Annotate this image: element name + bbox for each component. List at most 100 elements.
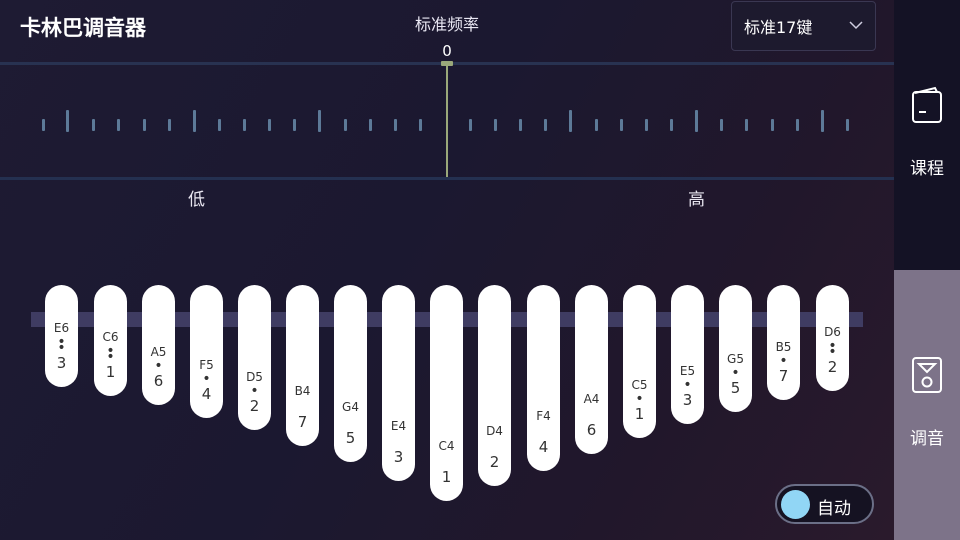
scale-tick [394, 119, 397, 131]
kalimba-tine-e6[interactable]: E6 • • 3 [45, 285, 78, 387]
kalimba-tine-g5[interactable]: G5 • 5 [719, 285, 752, 412]
scale-tick [318, 110, 321, 132]
tine-number-label: 5 [730, 379, 741, 397]
low-label: 低 [188, 190, 205, 210]
octave-dot: • [828, 344, 837, 360]
tine-note-label: F5 [199, 358, 214, 372]
high-label: 高 [688, 190, 705, 210]
tine-number-label: 3 [393, 448, 404, 466]
kalimba-tine-c5[interactable]: C5 • 1 [623, 285, 656, 438]
scale-tick [720, 119, 723, 131]
frequency-value: 0 [442, 42, 452, 60]
kalimba-tine-d5[interactable]: D5 • 2 [238, 285, 271, 430]
scale-tick [494, 119, 497, 131]
scale-tick [268, 119, 271, 131]
kalimba-tine-b5[interactable]: B5 • 7 [767, 285, 800, 400]
tine-number-label: 1 [441, 468, 452, 486]
octave-dot: • [635, 391, 644, 407]
kalimba-type-dropdown[interactable]: 标准17键 [731, 1, 876, 51]
scale-tick [243, 119, 246, 131]
scale-tick [745, 119, 748, 131]
auto-mode-toggle[interactable]: 自动 [775, 484, 874, 524]
sidebar-item-label: 调音 [910, 429, 944, 449]
tine-number-label: 5 [345, 429, 356, 447]
kalimba-tine-a4[interactable]: A4 6 [575, 285, 608, 454]
tine-note-label: A5 [150, 345, 167, 359]
scale-tick [419, 119, 422, 131]
scale-tick [846, 119, 849, 131]
kalimba-tine-b4[interactable]: B4 7 [286, 285, 319, 446]
tine-note-label: E5 [679, 364, 696, 378]
tine-number-label: 6 [153, 372, 164, 390]
scale-tick [42, 119, 45, 131]
scale-tick [193, 110, 196, 132]
scale-tick [218, 119, 221, 131]
scale-tick [469, 119, 472, 131]
chevron-down-icon [849, 21, 863, 30]
octave-dot: • [154, 358, 163, 374]
sidebar-item-tuner[interactable]: 调音 [894, 270, 960, 540]
scale-tick [519, 119, 522, 131]
tine-number-label: 2 [827, 358, 838, 376]
octave-dot: • [106, 349, 115, 365]
kalimba-tine-d4[interactable]: D4 2 [478, 285, 511, 486]
tine-number-label: 3 [682, 391, 693, 409]
tine-note-label: D5 [246, 370, 263, 384]
sidebar-item-label: 课程 [910, 159, 944, 179]
scale-tick [92, 119, 95, 131]
scale-tick [620, 119, 623, 131]
tine-note-label: A4 [583, 392, 600, 406]
tine-number-label: 1 [634, 405, 645, 423]
sidebar-item-course[interactable]: 课程 [894, 0, 960, 270]
kalimba-tine-e5[interactable]: E5 • 3 [671, 285, 704, 424]
tine-note-label: G5 [727, 352, 744, 366]
tine-note-label: D6 [824, 325, 841, 339]
tine-number-label: 4 [538, 438, 549, 456]
scale-tick [293, 119, 296, 131]
kalimba-tine-c6[interactable]: C6 • • 1 [94, 285, 127, 396]
octave-dot: • [57, 340, 66, 356]
tuner-scale-bottom-line [0, 177, 894, 180]
tine-number-label: 3 [56, 354, 67, 372]
app-title: 卡林巴调音器 [20, 16, 146, 40]
tine-number-label: 6 [586, 421, 597, 439]
kalimba-tine-f4[interactable]: F4 4 [527, 285, 560, 471]
octave-dot: • [731, 365, 740, 381]
scale-tick [595, 119, 598, 131]
scale-tick [569, 110, 572, 132]
tine-note-label: D4 [486, 424, 503, 438]
scale-tick [670, 119, 673, 131]
kalimba-tine-a5[interactable]: A5 • 6 [142, 285, 175, 405]
tine-note-label: C6 [102, 330, 119, 344]
kalimba-tine-f5[interactable]: F5 • 4 [190, 285, 223, 418]
tine-note-label: F4 [536, 409, 551, 423]
scale-tick [695, 110, 698, 132]
dropdown-selected-value: 标准17键 [744, 18, 813, 37]
scale-tick [544, 119, 547, 131]
kalimba-tine-d6[interactable]: D6 • • 2 [816, 285, 849, 391]
scale-tick [117, 119, 120, 131]
tine-number-label: 4 [201, 385, 212, 403]
tuner-main-area: 卡林巴调音器 标准频率 0 标准17键 低 高 E6 • • 3 C6 • • 1 A5 • 6 F5… [0, 0, 894, 540]
book-icon [912, 86, 942, 123]
tine-number-label: 7 [778, 367, 789, 385]
scale-tick [821, 110, 824, 132]
frequency-label: 标准频率 [414, 15, 480, 34]
tine-note-label: B5 [775, 340, 792, 354]
scale-tick [771, 119, 774, 131]
scale-tick [796, 119, 799, 131]
kalimba-tine-c4[interactable]: C4 1 [430, 285, 463, 501]
tine-note-label: B4 [294, 384, 311, 398]
scale-tick [645, 119, 648, 131]
kalimba-tine-g4[interactable]: G4 5 [334, 285, 367, 462]
scale-tick [369, 119, 372, 131]
scale-tick [168, 119, 171, 131]
octave-dot: • [779, 353, 788, 369]
octave-dot: • [683, 377, 692, 393]
octave-dot: • [202, 371, 211, 387]
octave-dot: • [250, 383, 259, 399]
scale-tick [143, 119, 146, 131]
tine-note-label: E4 [390, 419, 407, 433]
kalimba-tine-e4[interactable]: E4 3 [382, 285, 415, 481]
tine-note-label: G4 [342, 400, 359, 414]
